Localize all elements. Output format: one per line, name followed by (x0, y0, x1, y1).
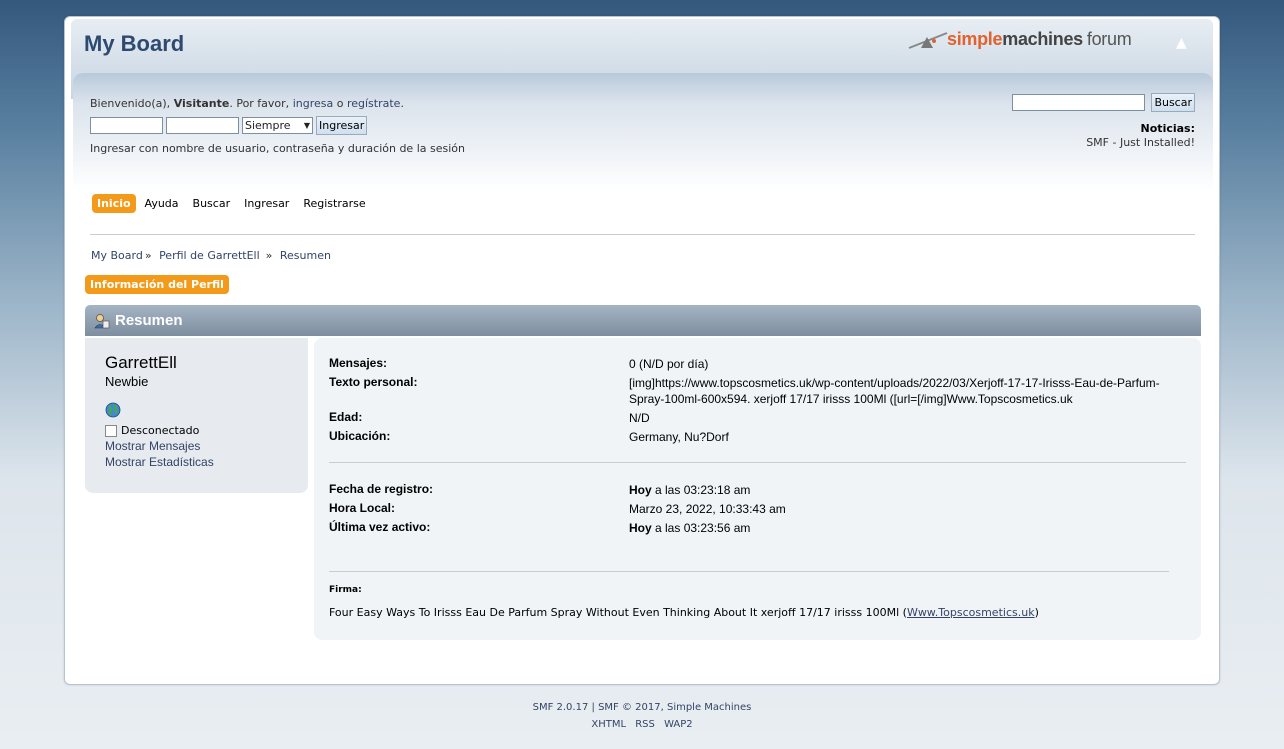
status-offline: Desconectado (105, 424, 199, 437)
login-button[interactable]: Ingresar (316, 116, 368, 135)
forum-title[interactable]: My Board (84, 31, 184, 57)
footer: SMF 2.0.17 | SMF © 2017, Simple Machines… (0, 702, 1284, 730)
smf-version-link[interactable]: SMF 2.0.17 (533, 702, 589, 713)
breadcrumb-item-board[interactable]: My Board (91, 249, 143, 262)
signature-divider (329, 571, 1169, 572)
show-posts-link[interactable]: Mostrar Mensajes (105, 439, 200, 453)
basic-info-panel: GarrettEll Newbie Desconectado Mostrar M… (85, 338, 308, 493)
offline-status-icon (105, 424, 117, 437)
category-bar: Resumen (85, 305, 1201, 336)
search-input[interactable] (1012, 94, 1146, 111)
page-wrapper: My Board simplemachines forum ▲ Bienvenid… (64, 16, 1220, 685)
detail-value: Hoy a las 03:23:18 am (629, 483, 751, 497)
news-title: Noticias: (1140, 122, 1195, 135)
chevron-up-icon[interactable]: ▲ (1176, 35, 1187, 51)
menu-item-registrarse[interactable]: Registrarse (298, 194, 370, 213)
xhtml-link[interactable]: XHTML (591, 719, 626, 730)
login-hint: Ingresar con nombre de usuario, contrase… (90, 142, 465, 155)
menu-item-ayuda[interactable]: Ayuda (140, 194, 184, 213)
menu-item-inicio[interactable]: Inicio (92, 194, 136, 213)
detail-label: Texto personal: (329, 375, 418, 389)
smf-logo-icon (908, 32, 948, 49)
breadcrumb-item-summary[interactable]: Resumen (280, 249, 331, 262)
detail-label: Última vez activo: (329, 520, 431, 534)
footer-links: XHTML RSS WAP2 (0, 719, 1284, 730)
breadcrumb-item-profile[interactable]: Perfil de GarrettEll (159, 249, 260, 262)
detail-value: Germany, Nu?Dorf (629, 430, 729, 444)
category-title: Resumen (115, 312, 183, 329)
member-name: GarrettEll (105, 353, 177, 372)
simple-machines-link[interactable]: Simple Machines (667, 702, 751, 713)
username-input[interactable] (90, 117, 163, 134)
news-section: Buscar Noticias: SMF - Just Installed! (1012, 93, 1195, 149)
detail-value: Hoy a las 03:23:56 am (629, 521, 751, 535)
signature-text: Four Easy Ways To Irisss Eau De Parfum S… (329, 606, 1039, 619)
menu-item-buscar[interactable]: Buscar (188, 194, 236, 213)
greeting: Bienvenido(a), Visitante. Por favor, ing… (90, 97, 404, 110)
wap2-link[interactable]: WAP2 (664, 719, 693, 730)
smf-logo-text: simplemachines forum (947, 29, 1132, 49)
detail-label: Mensajes: (329, 356, 388, 370)
signature-title: Firma: (329, 585, 362, 595)
duration-select[interactable]: Siempre ▼ (242, 117, 313, 134)
detail-value: [img]https://www.topscosmetics.uk/wp-con… (629, 376, 1160, 406)
search-button[interactable]: Buscar (1151, 93, 1195, 112)
login-link[interactable]: ingresa (293, 97, 334, 110)
detail-value: Marzo 23, 2022, 10:33:43 am (629, 502, 786, 516)
detail-value: 0 (N/D por día) (629, 357, 709, 371)
profile-icon (94, 314, 110, 329)
details-divider (329, 462, 1186, 463)
globe-icon[interactable] (105, 402, 121, 418)
menu-divider (90, 234, 1195, 235)
detail-label: Fecha de registro: (329, 482, 434, 496)
detail-label: Ubicación: (329, 429, 391, 443)
login-form: Siempre ▼ Ingresar (90, 116, 690, 135)
detail-label: Edad: (329, 410, 363, 424)
register-link[interactable]: regístrate (347, 97, 400, 110)
tab-profile-info[interactable]: Información del Perfil (85, 275, 229, 294)
smf-copyright-link[interactable]: SMF © 2017 (598, 702, 661, 713)
show-stats-link[interactable]: Mostrar Estadísticas (105, 455, 214, 469)
main-menu: Inicio Ayuda Buscar Ingresar Registrarse (92, 194, 375, 213)
detail-label: Hora Local: (329, 501, 396, 515)
news-text: SMF - Just Installed! (1086, 136, 1195, 149)
upper-section: Bienvenido(a), Visitante. Por favor, ing… (73, 73, 1213, 191)
search-form: Buscar (1012, 93, 1195, 112)
status-label: Desconectado (121, 424, 200, 437)
user-section: Bienvenido(a), Visitante. Por favor, ing… (90, 97, 690, 155)
menu-item-ingresar[interactable]: Ingresar (239, 194, 294, 213)
chevron-down-icon: ▼ (303, 121, 310, 130)
member-title: Newbie (105, 374, 149, 389)
detail-value: N/D (629, 411, 650, 425)
detailed-info-panel: Mensajes: 0 (N/D por día) Texto personal… (314, 338, 1201, 640)
rss-link[interactable]: RSS (635, 719, 655, 730)
breadcrumb: My Board» Perfil de GarrettEll» Resumen (91, 249, 331, 262)
footer-copyright: SMF 2.0.17 | SMF © 2017, Simple Machines (532, 702, 752, 713)
password-input[interactable] (166, 117, 239, 134)
signature-link[interactable]: Www.Topscosmetics.uk (907, 606, 1035, 619)
